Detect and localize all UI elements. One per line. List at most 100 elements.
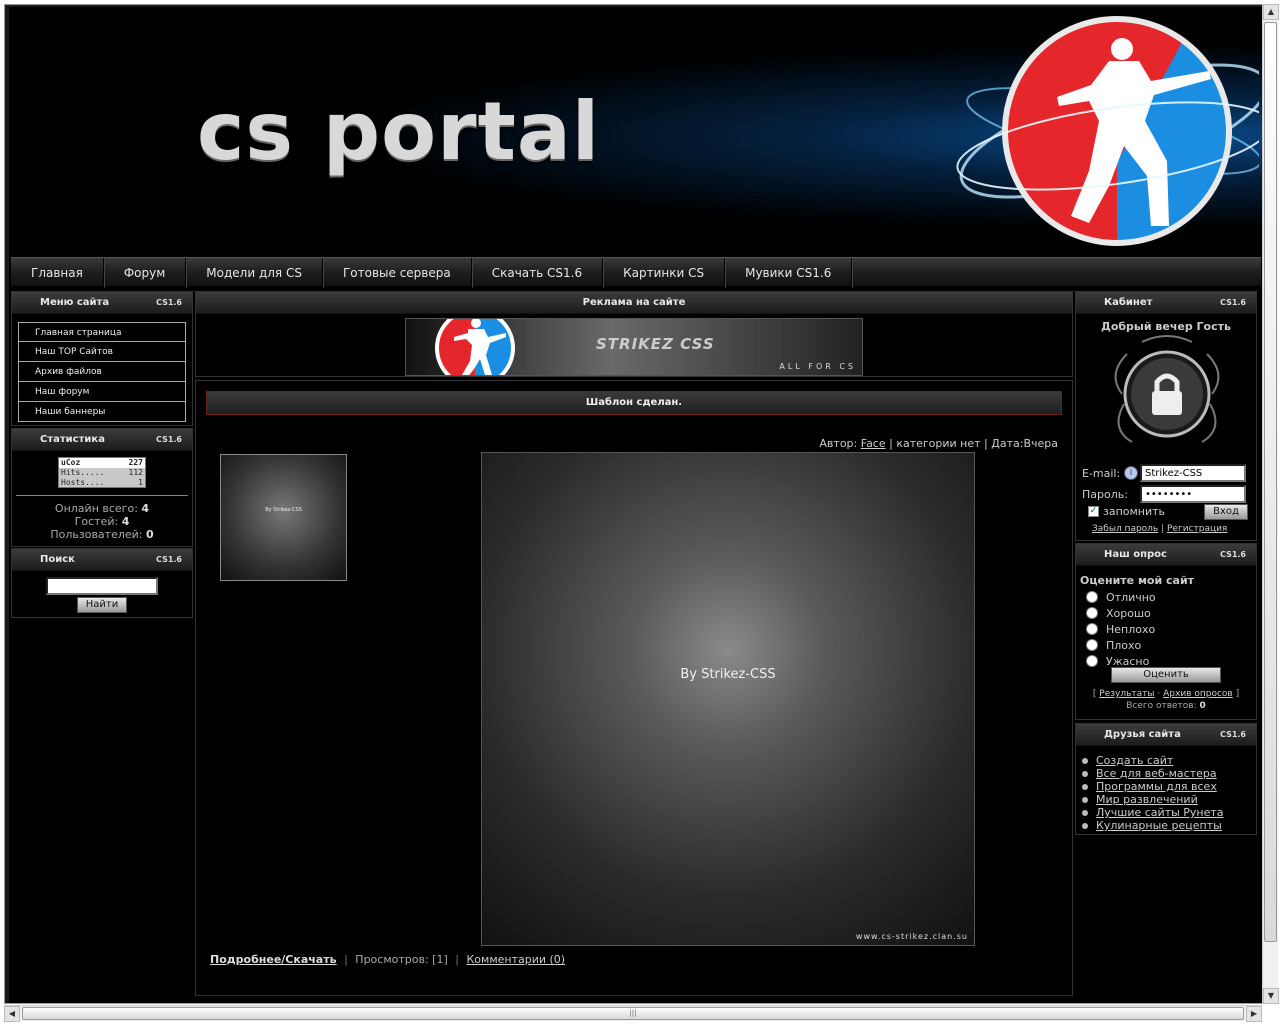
panel-header: Меню сайта CS1.6 xyxy=(12,292,192,314)
menu-item-banners[interactable]: Наши баннеры xyxy=(18,402,186,422)
radio-button[interactable] xyxy=(1086,607,1098,619)
panel-tag: CS1.6 xyxy=(1220,550,1246,559)
bullet-icon xyxy=(1082,783,1088,790)
menu-item-home[interactable]: Главная страница xyxy=(18,322,186,342)
panel-title: Статистика xyxy=(40,434,105,445)
menu-list: Главная страница Наш TOP Сайтов Архив фа… xyxy=(12,314,192,422)
image-caption: By Strikez-CSS xyxy=(680,667,776,682)
friend-link[interactable]: Мир развлечений xyxy=(1096,793,1198,806)
counter-brand-value: 227 xyxy=(128,458,143,467)
password-field[interactable] xyxy=(1140,485,1246,503)
banner-text: STRIKEZ CSS xyxy=(596,335,715,353)
friend-link[interactable]: Создать сайт xyxy=(1096,754,1173,767)
bullet-icon xyxy=(1082,796,1088,803)
poll-option[interactable]: Плохо xyxy=(1076,637,1256,653)
list-item: Мир развлечений xyxy=(1076,793,1256,806)
browser-viewport: cs portal Главная Форум Модели для CS Го… xyxy=(4,4,1266,1004)
poll-links: [ Результаты · Архив опросов ] xyxy=(1092,689,1240,699)
poll-option[interactable]: Неплохо xyxy=(1076,621,1256,637)
friend-link[interactable]: Программы для всех xyxy=(1096,780,1217,793)
nav-movies[interactable]: Мувики CS1.6 xyxy=(725,258,853,288)
friend-link[interactable]: Кулинарные рецепты xyxy=(1096,819,1222,832)
poll-panel: Наш опрос CS1.6 Оцените мой сайт Отлично… xyxy=(1075,543,1257,720)
login-button[interactable]: Вход xyxy=(1204,504,1248,520)
friend-link[interactable]: Лучшие сайты Рунета xyxy=(1096,806,1224,819)
bullet-icon xyxy=(1082,757,1088,764)
panel-tag: CS1.6 xyxy=(1220,730,1246,739)
search-panel: Поиск CS1.6 Найти xyxy=(11,548,193,618)
bullet-icon xyxy=(1082,822,1088,829)
vote-button[interactable]: Оценить xyxy=(1111,667,1221,683)
register-link[interactable]: Регистрация xyxy=(1167,524,1227,534)
list-item: Создать сайт xyxy=(1076,754,1256,767)
nav-download[interactable]: Скачать CS1.6 xyxy=(472,258,604,288)
nav-home[interactable]: Главная xyxy=(11,258,104,288)
bullet-icon xyxy=(1082,809,1088,816)
nav-models[interactable]: Модели для CS xyxy=(186,258,323,288)
views-count: [1] xyxy=(432,953,448,966)
menu-item-top[interactable]: Наш TOP Сайтов xyxy=(18,342,186,362)
list-item: Кулинарные рецепты xyxy=(1076,819,1256,832)
remember-label: запомнить xyxy=(1103,505,1166,518)
radio-button[interactable] xyxy=(1086,655,1098,667)
nav-servers[interactable]: Готовые сервера xyxy=(323,258,472,288)
radio-button[interactable] xyxy=(1086,639,1098,651)
email-row: E-mail: i xyxy=(1082,464,1252,482)
list-item: Все для веб-мастера xyxy=(1076,767,1256,780)
more-download-link[interactable]: Подробнее/Скачать xyxy=(210,953,337,966)
email-field[interactable] xyxy=(1140,464,1246,482)
scroll-left-icon[interactable]: ◀ xyxy=(4,1006,20,1022)
entry-thumbnail[interactable]: By Strikez-CSS xyxy=(220,454,347,581)
top-navigation: Главная Форум Модели для CS Готовые серв… xyxy=(11,257,1261,288)
poll-option[interactable]: Хорошо xyxy=(1076,605,1256,621)
remember-checkbox[interactable]: ✓ xyxy=(1088,506,1099,517)
scroll-down-icon[interactable]: ▼ xyxy=(1263,988,1279,1004)
panel-header: Статистика CS1.6 xyxy=(12,429,192,451)
banner-subtext: ALL FOR CS xyxy=(779,362,856,371)
counter-brand: uCoz xyxy=(61,458,81,467)
search-button[interactable]: Найти xyxy=(77,597,127,613)
scroll-up-icon[interactable]: ▲ xyxy=(1263,4,1279,20)
remember-row: ✓ запомнить xyxy=(1088,505,1165,518)
horizontal-scrollbar[interactable]: ◀ ||| ▶ xyxy=(4,1005,1262,1022)
search-input[interactable] xyxy=(46,577,158,595)
site-header: cs portal xyxy=(9,7,1262,255)
friend-link[interactable]: Все для веб-мастера xyxy=(1096,767,1217,780)
stat-users: Пользователей: 0 xyxy=(50,528,154,541)
cs-logo-icon xyxy=(956,13,1259,249)
comments-link[interactable]: Комментарии (0) xyxy=(466,953,565,966)
vertical-scroll-thumb[interactable] xyxy=(1264,22,1277,942)
password-row: Пароль: xyxy=(1082,485,1252,503)
forgot-password-link[interactable]: Забыл пароль xyxy=(1092,524,1158,534)
divider xyxy=(16,495,188,496)
counter-hits-label: Hits..... xyxy=(61,468,105,477)
counter-hosts-label: Hosts.... xyxy=(61,478,105,487)
openid-icon: i xyxy=(1124,466,1138,480)
panel-title: Наш опрос xyxy=(1104,549,1167,560)
bullet-icon xyxy=(1082,770,1088,777)
horizontal-scroll-thumb[interactable]: ||| xyxy=(22,1007,1244,1020)
panel-header: Кабинет CS1.6 xyxy=(1076,292,1256,314)
scroll-right-icon[interactable]: ▶ xyxy=(1246,1006,1262,1022)
entry-image[interactable]: By Strikez-CSS www.cs-strikez.clan.su xyxy=(481,452,975,946)
poll-option[interactable]: Отлично xyxy=(1076,589,1256,605)
password-label: Пароль: xyxy=(1082,487,1128,501)
nav-pictures[interactable]: Картинки CS xyxy=(603,258,726,288)
panel-tag: CS1.6 xyxy=(156,298,182,307)
menu-item-files[interactable]: Архив файлов xyxy=(18,362,186,382)
menu-item-forum[interactable]: Наш форум xyxy=(18,382,186,402)
entry-title-bar: Шаблон сделан. xyxy=(206,391,1062,415)
vertical-scrollbar[interactable]: ▲ ▼ xyxy=(1262,4,1279,1004)
poll-archive-link[interactable]: Архив опросов xyxy=(1163,689,1233,699)
greeting: Добрый вечер Гость xyxy=(1101,320,1231,333)
entry-author-link[interactable]: Face xyxy=(861,437,886,450)
nav-forum[interactable]: Форум xyxy=(104,258,187,288)
radio-button[interactable] xyxy=(1086,623,1098,635)
poll-results-link[interactable]: Результаты xyxy=(1099,689,1154,699)
ucoz-counter[interactable]: uCoz 227 Hits..... 112 Hosts.... 1 xyxy=(58,457,146,488)
counter-hits: 112 xyxy=(128,468,143,477)
poll-question: Оцените мой сайт xyxy=(1080,574,1195,587)
panel-title: Реклама на сайте xyxy=(582,297,686,308)
radio-button[interactable] xyxy=(1086,591,1098,603)
ad-banner[interactable]: STRIKEZ CSS ALL FOR CS xyxy=(405,318,863,376)
